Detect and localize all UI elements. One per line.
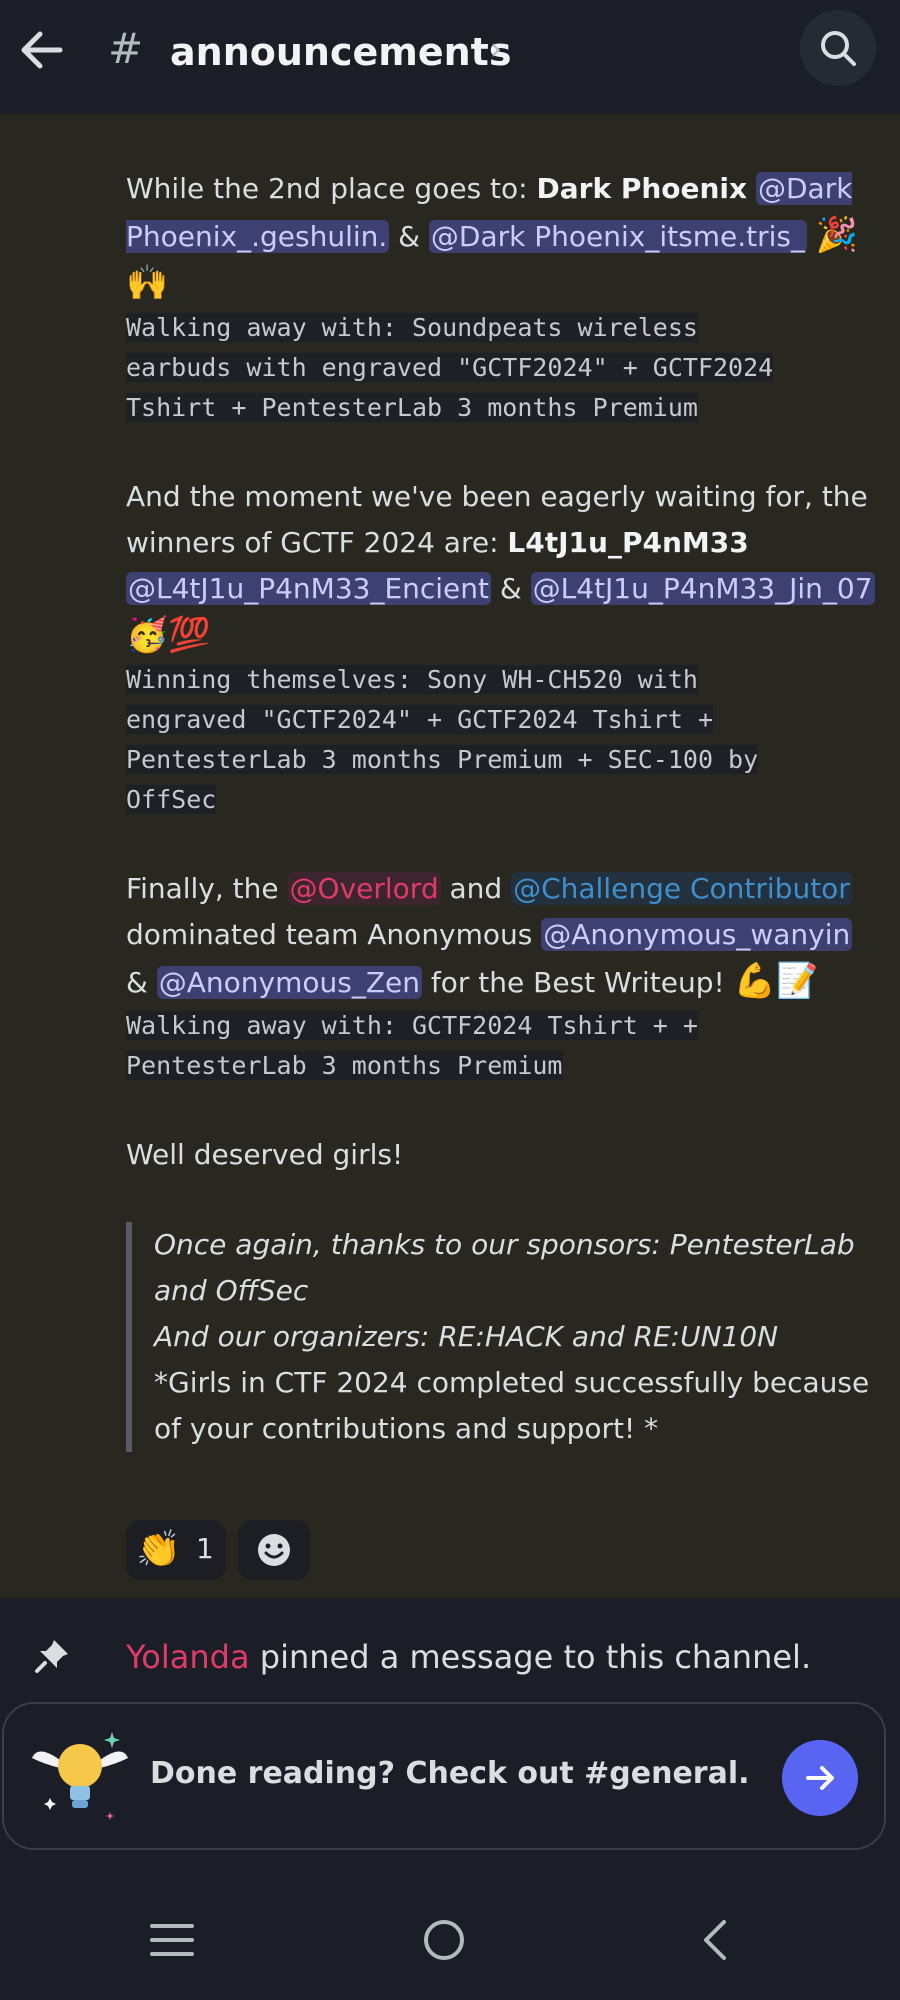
message-text: and	[440, 872, 512, 905]
quote-line-thanks: *Girls in CTF 2024 completed successfull…	[154, 1366, 870, 1445]
reaction-count: 1	[196, 1532, 214, 1565]
prize-code-block: Walking away with: Soundpeats wireless e…	[126, 308, 878, 428]
code-line: Walking away with: Soundpeats wireless	[126, 313, 698, 342]
message-text: Finally, the	[126, 872, 288, 905]
recent-apps-icon[interactable]	[150, 1920, 194, 1960]
done-reading-card[interactable]: Done reading? Check out #general.	[2, 1702, 886, 1850]
message-text: &	[491, 572, 531, 605]
message-writeup: Finally, the @Overlord and @Challenge Co…	[126, 866, 878, 1006]
user-mention[interactable]: @Dark Phoenix_itsme.tris_	[428, 220, 807, 253]
role-mention-overlord[interactable]: @Overlord	[287, 872, 441, 905]
channel-name[interactable]: announcements	[170, 30, 511, 74]
chevron-right-icon[interactable]: ›	[490, 32, 502, 67]
system-message-pinned: Yolanda pinned a message to this channel…	[0, 1598, 900, 1708]
arrow-right-icon	[806, 1766, 834, 1790]
pinned-by-user[interactable]: Yolanda	[126, 1638, 250, 1676]
done-reading-text: Done reading? Check out #general.	[150, 1756, 750, 1791]
search-icon	[821, 31, 856, 66]
smiley-face-icon	[258, 1534, 290, 1566]
system-nav-bar	[0, 1890, 900, 2000]
message-text: While the 2nd place goes to:	[126, 172, 537, 205]
role-mention-challenge-contributor[interactable]: @Challenge Contributor	[511, 872, 852, 905]
message-text: dominated team Anonymous	[126, 918, 542, 951]
code-line: engraved "GCTF2024" + GCTF2024 Tshirt +	[126, 705, 713, 734]
code-line: Walking away with: GCTF2024 Tshirt + +	[126, 1011, 698, 1040]
channel-hash-icon: #	[108, 24, 144, 73]
code-line: Winning themselves: Sony WH-CH520 with	[126, 665, 698, 694]
pinned-text: Yolanda pinned a message to this channel…	[126, 1638, 811, 1676]
prize-code-block: Walking away with: GCTF2024 Tshirt + + P…	[126, 1006, 878, 1086]
code-line: Tshirt + PentesterLab 3 months Premium	[126, 393, 698, 422]
code-line: PentesterLab 3 months Premium	[126, 1051, 563, 1080]
arrow-left-icon	[21, 31, 63, 69]
message-winners: And the moment we've been eagerly waitin…	[126, 474, 878, 660]
block-quote: Once again, thanks to our sponsors: Pent…	[126, 1222, 878, 1452]
pin-icon	[35, 1640, 68, 1673]
celebration-emoji: 🥳💯	[126, 615, 211, 655]
message-text: &	[389, 220, 429, 253]
code-line: OffSec	[126, 785, 217, 814]
back-nav-icon[interactable]	[696, 1916, 736, 1964]
user-mention[interactable]: @Anonymous_Zen	[156, 966, 422, 999]
go-to-general-button[interactable]	[782, 1740, 858, 1816]
message-text: for the Best Writeup!	[421, 966, 734, 999]
user-mention[interactable]: @L4tJ1u_P4nM33_Encient	[126, 572, 492, 605]
back-button[interactable]	[14, 22, 70, 78]
team-name: L4tJ1u_P4nM33	[507, 526, 749, 559]
code-line: earbuds with engraved "GCTF2024" + GCTF2…	[126, 353, 774, 382]
team-name: Dark Phoenix	[536, 172, 748, 205]
prize-code-block: Winning themselves: Sony WH-CH520 with e…	[126, 660, 878, 820]
lightbulb-icon	[32, 1732, 128, 1820]
add-reaction-button[interactable]	[238, 1520, 310, 1580]
reaction-clap[interactable]: 👏 1	[126, 1520, 226, 1580]
search-button[interactable]	[800, 10, 876, 86]
quote-line-sponsors: Once again, thanks to our sponsors: Pent…	[154, 1228, 855, 1307]
quote-line-organizers: And our organizers: RE:HACK and RE:UN10N	[154, 1320, 779, 1353]
message-text: &	[126, 966, 157, 999]
message-text: And the moment we've been eagerly waitin…	[126, 480, 868, 559]
home-icon[interactable]	[420, 1916, 468, 1964]
message-list: While the 2nd place goes to: Dark Phoeni…	[0, 114, 900, 1598]
channel-header: # announcements ›	[0, 0, 900, 114]
user-mention[interactable]: @Anonymous_wanyin	[541, 918, 853, 951]
user-mention[interactable]: @L4tJ1u_P4nM33_Jin_07	[530, 572, 875, 605]
flex-emoji: 💪📝	[733, 961, 819, 1001]
pinned-message: pinned a message to this channel.	[249, 1638, 812, 1676]
message-second-place: While the 2nd place goes to: Dark Phoeni…	[126, 166, 878, 308]
clap-emoji: 👏	[136, 1529, 181, 1570]
code-line: PentesterLab 3 months Premium + SEC-100 …	[126, 745, 759, 774]
message-closing: Well deserved girls!	[126, 1138, 404, 1171]
